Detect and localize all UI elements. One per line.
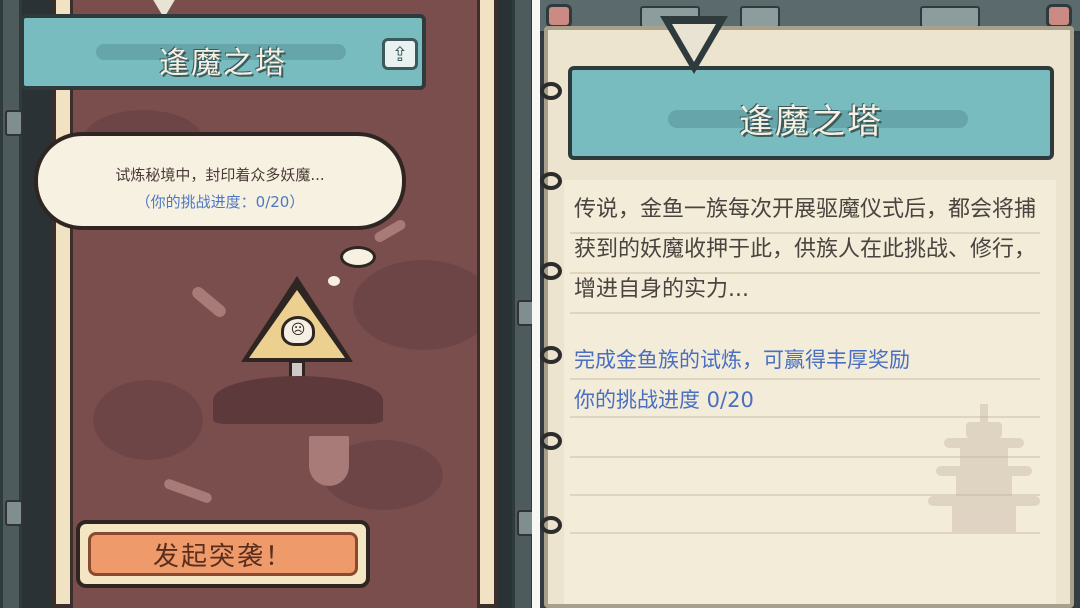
rail-knob bbox=[1046, 4, 1072, 28]
rail-clip bbox=[5, 110, 23, 136]
reward-text: 完成金鱼族的试炼，可赢得丰厚奖励 bbox=[574, 348, 910, 372]
attack-button-label: 发起突袭！ bbox=[88, 532, 358, 576]
page-title: 逢魔之塔 bbox=[739, 102, 883, 142]
skull-icon: ☹ bbox=[281, 316, 315, 346]
share-button[interactable]: ⇪ bbox=[382, 38, 418, 70]
bone-icon bbox=[162, 477, 214, 505]
left-rail bbox=[0, 0, 23, 608]
pagoda-icon bbox=[926, 404, 1046, 534]
bone-icon bbox=[189, 284, 229, 320]
binder-ring-icon bbox=[540, 346, 562, 364]
binder-ring-icon bbox=[540, 172, 562, 190]
tower-description: 传说，金鱼一族每次开展驱魔仪式后，都会将捕获到的妖魔收押于此，供族人在此挑战、修… bbox=[574, 197, 1037, 302]
share-icon: ⇪ bbox=[391, 42, 409, 66]
right-rail bbox=[512, 0, 535, 608]
binder-ring-icon bbox=[540, 516, 562, 534]
attack-button[interactable]: 发起突袭！ bbox=[76, 520, 370, 588]
left-panel: ☹ 逢魔之塔 ⇪ 试炼秘境中，封印着众多妖魔... （你的挑战进度：0/20） … bbox=[0, 0, 540, 608]
page-title: 逢魔之塔 bbox=[159, 46, 287, 81]
title-banner: 逢魔之塔 ⇪ bbox=[20, 14, 426, 90]
challenge-progress: 你的挑战进度 0/20 bbox=[574, 388, 754, 412]
rail-knob bbox=[546, 4, 572, 28]
rail-clip bbox=[5, 500, 23, 526]
challenge-progress: （你的挑战进度：0/20） bbox=[135, 193, 305, 211]
binder-ring-icon bbox=[540, 82, 562, 100]
tower-card: ☹ bbox=[52, 0, 498, 608]
thought-bubble bbox=[340, 246, 376, 268]
right-panel: 逢魔之塔 传说，金鱼一族每次开展驱魔仪式后，都会将捕获到的妖魔收押于此，供族人在… bbox=[540, 0, 1080, 608]
binder-ring-icon bbox=[540, 432, 562, 450]
tower-scene: ☹ bbox=[70, 0, 480, 608]
rock-pile bbox=[213, 376, 383, 424]
title-banner: 逢魔之塔 bbox=[568, 66, 1054, 160]
binder-ring-icon bbox=[540, 262, 562, 280]
thought-bubble bbox=[328, 276, 340, 286]
speech-bubble: 试炼秘境中，封印着众多妖魔... （你的挑战进度：0/20） bbox=[34, 132, 406, 230]
speech-text: 试炼秘境中，封印着众多妖魔... bbox=[115, 166, 325, 184]
fish-skeleton-icon bbox=[309, 436, 349, 486]
